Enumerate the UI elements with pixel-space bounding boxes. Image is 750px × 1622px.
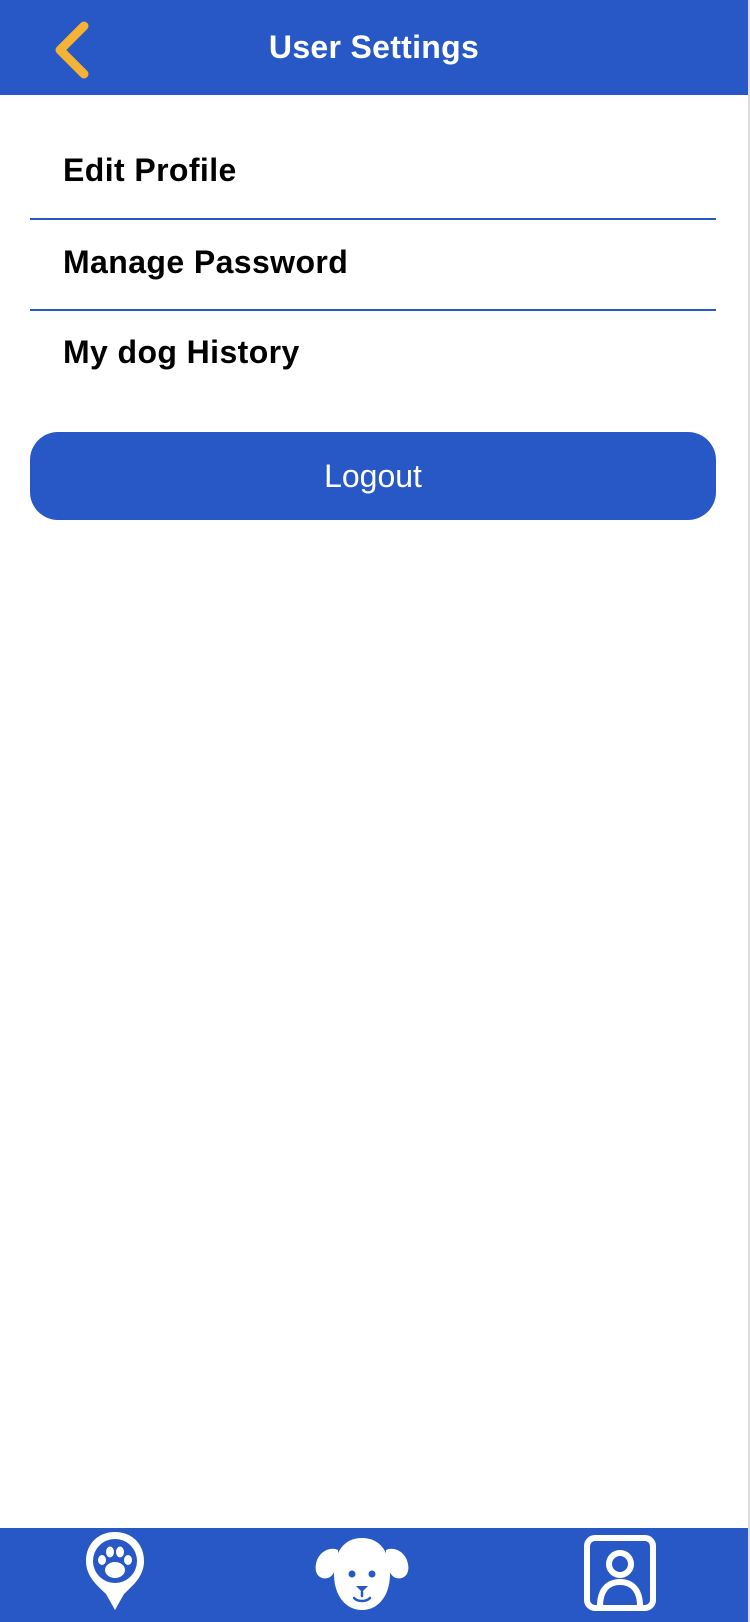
nav-dog-tab[interactable]: [314, 1528, 410, 1622]
manage-password-label: Manage Password: [63, 244, 349, 280]
dog-face-icon: [314, 1528, 410, 1622]
edit-profile-label: Edit Profile: [63, 152, 237, 188]
settings-menu: Edit Profile Manage Password My dog Hist…: [30, 95, 716, 403]
page-title: User Settings: [268, 29, 480, 65]
bottom-navigation: [0, 1528, 748, 1622]
edit-profile-item[interactable]: Edit Profile: [30, 95, 716, 220]
dog-history-item[interactable]: My dog History: [30, 311, 716, 403]
app-header: User Settings: [0, 0, 748, 95]
logout-button[interactable]: Logout: [30, 432, 716, 520]
nav-profile-tab[interactable]: [582, 1528, 658, 1622]
user-profile-icon: [582, 1528, 658, 1622]
manage-password-item[interactable]: Manage Password: [30, 220, 716, 311]
user-settings-screen: User Settings Edit Profile Manage Passwo…: [0, 0, 750, 1622]
dog-history-label: My dog History: [63, 334, 300, 370]
paw-location-pin-icon: [80, 1528, 150, 1622]
nav-map-tab[interactable]: [80, 1528, 150, 1622]
